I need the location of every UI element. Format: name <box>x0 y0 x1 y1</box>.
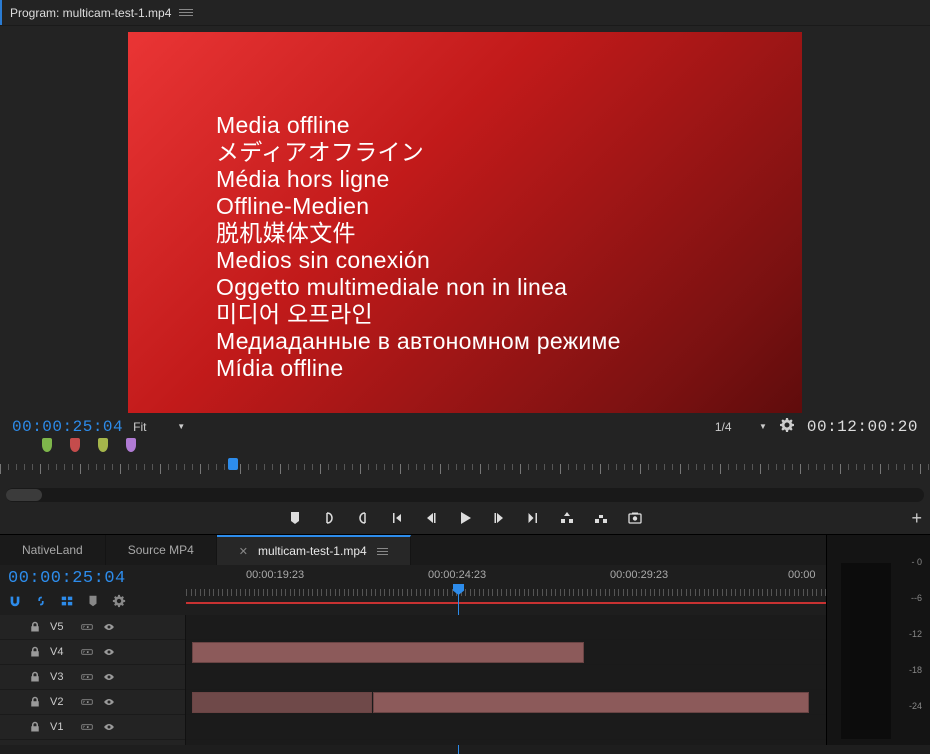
track-header-V5[interactable]: V5 <box>0 615 185 640</box>
step-forward-button[interactable] <box>482 504 516 532</box>
track-lane-V2[interactable] <box>186 690 826 715</box>
zoom-resolution-dropdown[interactable]: 1/4▼ <box>715 418 767 436</box>
linked-selection-icon[interactable] <box>34 594 48 608</box>
track-header-V4[interactable]: V4 <box>0 640 185 665</box>
fx-icon[interactable] <box>80 645 94 659</box>
mark-in-button[interactable] <box>312 504 346 532</box>
mini-playhead[interactable] <box>228 458 238 470</box>
mini-scrollbar-thumb[interactable] <box>6 489 42 501</box>
track-header-V3[interactable]: V3 <box>0 665 185 690</box>
lift-button[interactable] <box>550 504 584 532</box>
add-marker-icon[interactable] <box>60 594 74 608</box>
snap-icon[interactable] <box>8 594 22 608</box>
fx-icon[interactable] <box>80 620 94 634</box>
track-lane-V5[interactable] <box>186 615 826 640</box>
track-name: V4 <box>50 646 72 658</box>
track-name: V2 <box>50 696 72 708</box>
eye-icon[interactable] <box>102 620 116 634</box>
timeline-tab-0[interactable]: NativeLand <box>0 535 106 565</box>
eye-icon[interactable] <box>102 720 116 734</box>
db-label: --6 <box>911 593 922 603</box>
track-lane-V1[interactable] <box>186 715 826 740</box>
ruler-label: 00:00:29:23 <box>610 569 668 581</box>
ruler-label: 00:00:19:23 <box>246 569 304 581</box>
track-name: V3 <box>50 671 72 683</box>
db-label: -18 <box>909 665 922 675</box>
zoom-fit-dropdown[interactable]: Fit▼ <box>133 418 185 436</box>
ruler-label: 00:00 <box>788 569 816 581</box>
go-to-out-button[interactable] <box>516 504 550 532</box>
program-panel-title: Program: multicam-test-1.mp4 <box>10 6 171 20</box>
program-timecode[interactable]: 00:00:25:04 <box>12 418 123 436</box>
transport-controls: + <box>0 502 930 534</box>
go-to-in-button[interactable] <box>380 504 414 532</box>
step-back-button[interactable] <box>414 504 448 532</box>
marker-yellow[interactable] <box>98 438 108 452</box>
panel-menu-icon[interactable] <box>179 9 193 16</box>
db-label: -12 <box>909 629 922 639</box>
add-transport-button[interactable]: + <box>911 508 922 529</box>
lock-icon[interactable] <box>28 670 42 684</box>
fx-icon[interactable] <box>80 670 94 684</box>
timeline-timecode[interactable]: 00:00:25:04 <box>8 569 178 588</box>
audio-meter-panel: - 0 --6 -12 -18 -24 <box>826 535 930 745</box>
timeline-settings-icon[interactable] <box>112 594 126 608</box>
timeline-tabs: NativeLand Source MP4 ✕ multicam-test-1.… <box>0 535 826 565</box>
clip[interactable] <box>373 692 809 713</box>
mark-out-button[interactable] <box>346 504 380 532</box>
timeline-tab-1[interactable]: Source MP4 <box>106 535 217 565</box>
lock-icon[interactable] <box>28 695 42 709</box>
close-icon[interactable]: ✕ <box>239 545 248 558</box>
audio-meter[interactable] <box>841 563 891 739</box>
marker-row <box>0 438 930 458</box>
db-label: -24 <box>909 701 922 711</box>
timeline-ruler[interactable] <box>186 589 826 601</box>
program-mini-ruler[interactable] <box>0 458 930 488</box>
extract-button[interactable] <box>584 504 618 532</box>
track-header-V2[interactable]: V2 <box>0 690 185 715</box>
tab-label: NativeLand <box>22 543 83 557</box>
lock-icon[interactable] <box>28 620 42 634</box>
eye-icon[interactable] <box>102 695 116 709</box>
track-name: V5 <box>50 621 72 633</box>
marker-green[interactable] <box>42 438 52 452</box>
mini-scrollbar[interactable] <box>6 488 924 502</box>
tab-label: multicam-test-1.mp4 <box>258 544 367 558</box>
timeline-marker-icon[interactable] <box>86 594 100 608</box>
media-offline-text: Media offlineメディアオフラインMédia hors ligneOf… <box>216 112 621 382</box>
play-button[interactable] <box>448 504 482 532</box>
clip[interactable] <box>192 642 584 663</box>
lock-icon[interactable] <box>28 645 42 659</box>
db-label: - 0 <box>911 557 922 567</box>
lock-icon[interactable] <box>28 720 42 734</box>
clip[interactable] <box>192 692 372 713</box>
fx-icon[interactable] <box>80 720 94 734</box>
ruler-label: 00:00:24:23 <box>428 569 486 581</box>
program-preview[interactable]: Media offlineメディアオフラインMédia hors ligneOf… <box>128 32 802 413</box>
track-name: V1 <box>50 721 72 733</box>
track-lane-V4[interactable] <box>186 640 826 665</box>
add-marker-button[interactable] <box>278 504 312 532</box>
track-lane-V3[interactable] <box>186 665 826 690</box>
eye-icon[interactable] <box>102 670 116 684</box>
fx-icon[interactable] <box>80 695 94 709</box>
marker-red[interactable] <box>70 438 80 452</box>
eye-icon[interactable] <box>102 645 116 659</box>
program-duration: 00:12:00:20 <box>807 418 918 436</box>
marker-purple[interactable] <box>126 438 136 452</box>
tab-label: Source MP4 <box>128 543 194 557</box>
settings-wrench-icon[interactable] <box>779 417 795 436</box>
program-panel-header: Program: multicam-test-1.mp4 <box>0 0 930 26</box>
tab-menu-icon[interactable] <box>377 548 388 555</box>
track-header-V1[interactable]: V1 <box>0 715 185 740</box>
export-frame-button[interactable] <box>618 504 652 532</box>
timeline-tab-2[interactable]: ✕ multicam-test-1.mp4 <box>217 535 411 565</box>
